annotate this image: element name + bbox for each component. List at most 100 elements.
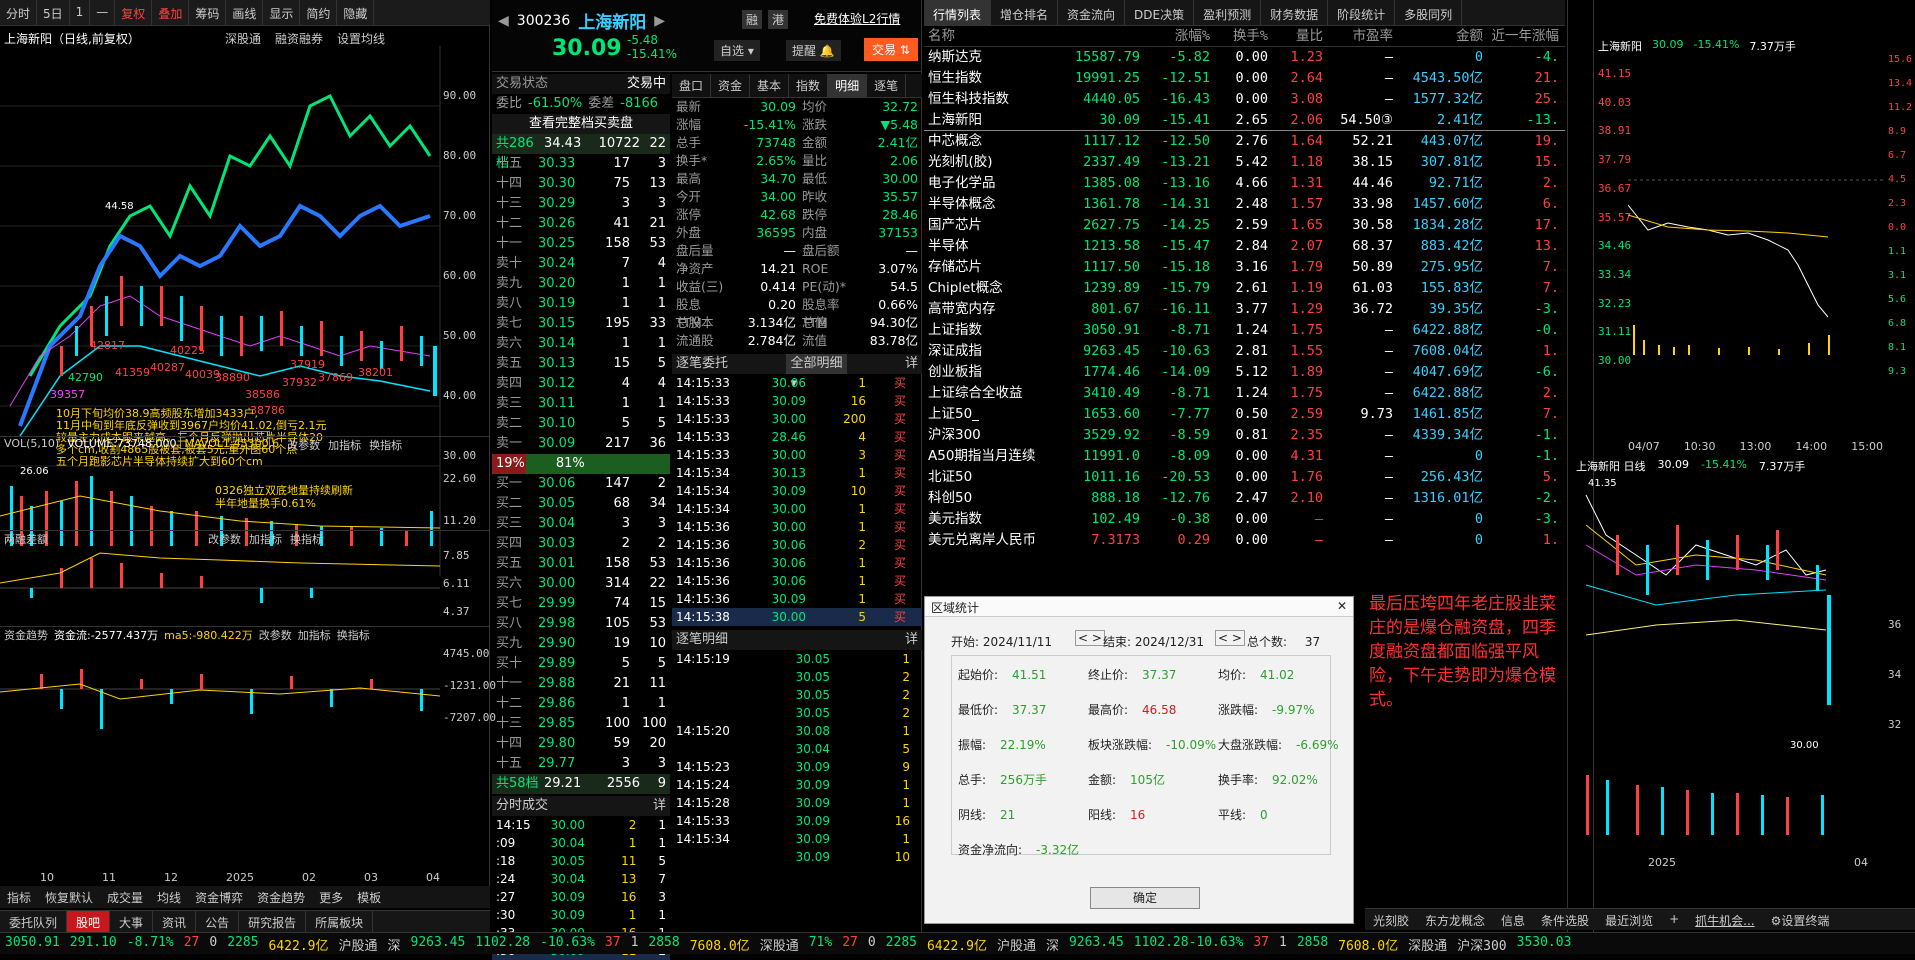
btn-display[interactable]: 显示	[263, 0, 301, 25]
book-row[interactable]: 卖六 30.14 1 1	[492, 334, 670, 354]
tab-photoresist[interactable]: 光刻胶	[1365, 909, 1417, 930]
tick-row[interactable]: 14:15:36 30.09 1 买	[672, 590, 922, 608]
book-row[interactable]: 十一 29.88 21 11	[492, 674, 670, 694]
market-row[interactable]: 电子化学品 1385.08 -13.16 4.66 1.31 44.46 92.71亿 2.	[924, 173, 1565, 194]
market-row[interactable]: 上海新阳 30.09 -15.41 2.65 2.06 54.50③ 2.41亿 -13.	[924, 110, 1565, 131]
tick-row[interactable]: 14:15:33 28.46 4 买	[672, 428, 922, 446]
market-row[interactable]: 国产芯片 2627.75 -14.25 2.59 1.65 30.58 1834.28亿 17…	[924, 215, 1565, 236]
vol-edit-params[interactable]: 改参数	[287, 437, 320, 454]
book-row[interactable]: 卖三 30.11 1 1	[492, 394, 670, 414]
book-row[interactable]: 十二 30.26 41 21	[492, 214, 670, 234]
col-vratio[interactable]: 量比	[1268, 26, 1323, 46]
tab-stage[interactable]: 阶段统计	[1328, 0, 1396, 25]
tab-volume[interactable]: 成交量	[100, 886, 150, 908]
book-row[interactable]: 买四 30.03 2 2	[492, 534, 670, 554]
tab-finance[interactable]: 财务数据	[1261, 0, 1329, 25]
btn-overlay[interactable]: 叠加	[152, 0, 190, 25]
tab-order-queue[interactable]: 委托队列	[0, 911, 68, 932]
book-row[interactable]: 买五 30.01 158 53	[492, 554, 670, 574]
tick-row[interactable]: 14:15:33 30.00 200 买	[672, 410, 922, 428]
vol-switch-indicator[interactable]: 换指标	[369, 437, 402, 454]
book-row[interactable]: 十五 30.33 17 3	[492, 154, 670, 174]
book-row[interactable]: 买二 30.05 68 34	[492, 494, 670, 514]
market-row[interactable]: 存储芯片 1117.50 -15.18 3.16 1.79 50.89 275.95亿 7.	[924, 257, 1565, 278]
margin-badge[interactable]: 融	[742, 10, 763, 29]
market-row[interactable]: 上证50_ 1653.60 -7.77 0.50 2.59 9.73 1461.85亿 7.	[924, 404, 1565, 425]
remind-button[interactable]: 提醒 🔔	[786, 40, 841, 61]
tab-screener[interactable]: 条件选股	[1533, 909, 1597, 930]
flow-edit-params[interactable]: 改参数	[259, 627, 292, 644]
book-row[interactable]: 十四 29.80 59 20	[492, 734, 670, 754]
tick-row[interactable]: 14:15:34 30.13 1 买	[672, 464, 922, 482]
tick-row[interactable]: 14:15:36 30.06 2 买	[672, 536, 922, 554]
kline-panel[interactable]: 上海新阳（日线,前复权） 深股通 融资融券 设置均线 90.00 80.00 70.…	[0, 26, 496, 886]
btn-simple[interactable]: 简约	[300, 0, 338, 25]
col-year[interactable]: 近一年涨幅	[1483, 26, 1560, 46]
status-sz-connect[interactable]: 深股通	[1403, 933, 1452, 954]
book-row[interactable]: 买七 29.99 74 15	[492, 594, 670, 614]
book-row[interactable]: 卖二 30.10 5 5	[492, 414, 670, 434]
tab-notice[interactable]: 公告	[196, 911, 240, 932]
market-row[interactable]: 北证50 1011.16 -20.53 0.00 1.76 — 256.43亿 5.	[924, 467, 1565, 488]
sz-connect[interactable]: 深股通	[755, 933, 804, 954]
market-row[interactable]: 美元兑离岸人民币 7.3173 0.29 0.00 — — 0 1.	[924, 530, 1565, 551]
book-row[interactable]: 卖十 30.24 7 4	[492, 254, 670, 274]
watchlist-button[interactable]: 自选 ▾	[714, 40, 760, 61]
book-row[interactable]: 卖五 30.13 15 5	[492, 354, 670, 374]
tab-fund-game[interactable]: 资金博弈	[188, 886, 250, 908]
book-row[interactable]: 十一 30.25 158 53	[492, 234, 670, 254]
market-row[interactable]: 高带宽内存 801.67 -16.11 3.77 1.29 36.72 39.35亿 -3.	[924, 299, 1565, 320]
col-amount[interactable]: 金额	[1393, 26, 1483, 46]
tab-handicap[interactable]: 盘口	[672, 74, 712, 97]
market-row[interactable]: 创业板指 1774.46 -14.09 5.12 1.89 — 4047.69亿 -6.	[924, 362, 1565, 383]
book-row[interactable]: 十五 29.77 3 3	[492, 754, 670, 774]
market-row[interactable]: 上证综合全收益 3410.49 -8.71 1.24 1.75 — 6422.88亿 2.	[924, 383, 1565, 404]
book-row[interactable]: 买六 30.00 314 22	[492, 574, 670, 594]
tab-forum[interactable]: 股吧	[67, 911, 111, 932]
close-icon[interactable]: ✕	[1337, 599, 1347, 614]
tab-multi[interactable]: 多股同列	[1395, 0, 1463, 25]
book-row[interactable]: 买八 29.98 105 53	[492, 614, 670, 634]
l2-promo-link[interactable]: 免费体验L2行情	[814, 10, 900, 29]
tab-recent[interactable]: 最近浏览	[1597, 909, 1661, 930]
market-row[interactable]: 纳斯达克 15587.79 -5.82 0.00 1.23 — 0 -4.	[924, 47, 1565, 68]
col-pct[interactable]: 涨幅%	[1140, 26, 1210, 46]
tab-ma[interactable]: 均线	[150, 886, 188, 908]
btn-draw[interactable]: 画线	[226, 0, 264, 25]
book-row[interactable]: 买十 29.89 5 5	[492, 654, 670, 674]
market-row[interactable]: 恒生指数 19991.25 -12.51 0.00 2.64 — 4543.50亿 21.	[924, 68, 1565, 89]
tab-fund-trend[interactable]: 资金趋势	[250, 886, 312, 908]
market-row[interactable]: 半导体概念 1361.78 -14.31 2.48 1.57 33.98 1457.60亿 6…	[924, 194, 1565, 215]
sh-connect[interactable]: 沪股通	[334, 933, 383, 954]
tick-row[interactable]: 14:15:33 30.06 1 买	[672, 374, 922, 392]
tick-row[interactable]: 14:15:34 30.00 1 买	[672, 500, 922, 518]
flow-add-indicator[interactable]: 加指标	[298, 627, 331, 644]
book-row[interactable]: 十三 29.85 100 100	[492, 714, 670, 734]
tab-template[interactable]: 模板	[350, 886, 388, 908]
tab-opportunity[interactable]: 抓牛机会...	[1687, 909, 1762, 930]
tab-fund-flow[interactable]: 资金流向	[1058, 0, 1126, 25]
book-row[interactable]: 卖一 30.09 217 36	[492, 434, 670, 454]
tick-detail-button[interactable]: 详	[905, 354, 918, 374]
tab-tick[interactable]: 逐笔	[867, 74, 907, 97]
btn-5day[interactable]: 5日	[37, 0, 70, 25]
market-row[interactable]: 中芯概念 1117.12 -12.50 2.76 1.64 52.21 443.07亿 19.	[924, 131, 1565, 152]
ok-button[interactable]: 确定	[1090, 887, 1200, 909]
tab-info[interactable]: 信息	[1493, 909, 1533, 930]
vol-add-indicator[interactable]: 加指标	[328, 437, 361, 454]
tab-quote-list[interactable]: 行情列表	[924, 0, 992, 25]
market-row[interactable]: 上证指数 3050.91 -8.71 1.24 1.75 — 6422.88亿 -0.	[924, 320, 1565, 341]
btn-period[interactable]: 1	[70, 0, 91, 25]
book-row[interactable]: 十三 30.29 3 3	[492, 194, 670, 214]
tab-detail[interactable]: 明细	[828, 74, 868, 97]
fs-detail-button[interactable]: 详	[653, 796, 666, 816]
btn-hide[interactable]: 隐藏	[337, 0, 375, 25]
tick-row[interactable]: 14:15:33 30.00 3 买	[672, 446, 922, 464]
tab-basic[interactable]: 基本	[750, 74, 790, 97]
tab-dragon[interactable]: 东方龙概念	[1417, 909, 1493, 930]
tab-research[interactable]: 研究报告	[239, 911, 307, 932]
btn-minus[interactable]: —	[90, 0, 116, 25]
book-row[interactable]: 卖七 30.15 195 33	[492, 314, 670, 334]
next-stock-icon[interactable]: ▶	[654, 13, 665, 29]
tick-row[interactable]: 14:15:36 30.06 1 买	[672, 554, 922, 572]
